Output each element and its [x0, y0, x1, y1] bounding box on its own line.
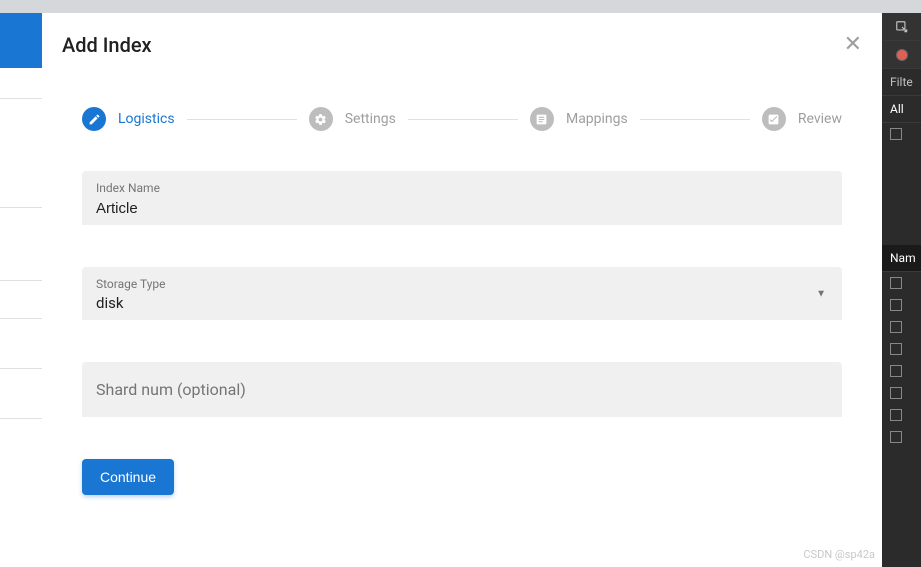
- list-item[interactable]: [882, 382, 921, 404]
- divider: [0, 280, 42, 281]
- list-item[interactable]: [882, 426, 921, 448]
- field-label: Storage Type: [96, 277, 828, 291]
- list-item[interactable]: [882, 272, 921, 294]
- modal-title: Add Index: [62, 33, 152, 57]
- step-connector: [187, 119, 297, 120]
- list-item[interactable]: [882, 360, 921, 382]
- review-icon: [762, 107, 786, 131]
- name-column-header[interactable]: Nam: [882, 245, 921, 272]
- step-logistics[interactable]: Logistics: [82, 107, 175, 131]
- shard-num-placeholder: Shard num (optional): [96, 380, 246, 399]
- add-index-modal: Add Index ✕ Logistics Settings Mappings: [42, 13, 882, 567]
- divider: [0, 368, 42, 369]
- record-button[interactable]: [882, 41, 921, 69]
- step-label: Mappings: [566, 111, 628, 127]
- list-item[interactable]: [882, 316, 921, 338]
- step-connector: [640, 119, 750, 120]
- pencil-icon: [82, 107, 106, 131]
- filter-label: Filte: [882, 69, 921, 96]
- checkbox-icon: [890, 387, 902, 399]
- all-filter[interactable]: All: [882, 96, 921, 123]
- step-label: Logistics: [118, 111, 175, 127]
- checkbox-row[interactable]: [882, 123, 921, 145]
- step-label: Review: [798, 111, 842, 127]
- step-review[interactable]: Review: [762, 107, 842, 131]
- record-icon: [896, 49, 908, 61]
- checkbox-icon: [890, 128, 902, 140]
- index-name-field[interactable]: Index Name: [82, 171, 842, 225]
- list-item[interactable]: [882, 404, 921, 426]
- storage-type-field[interactable]: Storage Type disk ▼: [82, 267, 842, 320]
- checkbox-icon: [890, 343, 902, 355]
- storage-type-value: disk: [96, 294, 828, 312]
- checkbox-icon: [890, 321, 902, 333]
- step-connector: [408, 119, 518, 120]
- cursor-icon: [895, 20, 909, 34]
- checkbox-icon: [890, 409, 902, 421]
- app-header-fragment: [0, 13, 42, 68]
- inspect-button[interactable]: [882, 13, 921, 41]
- divider: [0, 418, 42, 419]
- divider: [0, 318, 42, 319]
- devtools-panel-fragment: Filte All Nam: [882, 13, 921, 567]
- checkbox-icon: [890, 277, 902, 289]
- stepper: Logistics Settings Mappings Review: [62, 107, 862, 171]
- checkbox-icon: [890, 431, 902, 443]
- close-button[interactable]: ✕: [844, 34, 862, 56]
- step-label: Settings: [345, 111, 396, 127]
- modal-header: Add Index ✕: [62, 33, 862, 57]
- shard-num-field[interactable]: Shard num (optional): [82, 362, 842, 417]
- gear-icon: [309, 107, 333, 131]
- chevron-down-icon: ▼: [816, 288, 826, 299]
- list-item[interactable]: [882, 294, 921, 316]
- form-section: Index Name Storage Type disk ▼ Shard num…: [62, 171, 862, 417]
- list-item[interactable]: [882, 338, 921, 360]
- divider: [0, 98, 42, 99]
- checkbox-icon: [890, 365, 902, 377]
- continue-button[interactable]: Continue: [82, 459, 174, 495]
- document-icon: [530, 107, 554, 131]
- divider: [0, 207, 42, 208]
- field-label: Index Name: [96, 181, 828, 195]
- index-name-input[interactable]: [96, 200, 828, 217]
- step-settings[interactable]: Settings: [309, 107, 396, 131]
- step-mappings[interactable]: Mappings: [530, 107, 628, 131]
- window-chrome: [0, 0, 921, 13]
- checkbox-icon: [890, 299, 902, 311]
- watermark: CSDN @sp42a: [803, 548, 875, 561]
